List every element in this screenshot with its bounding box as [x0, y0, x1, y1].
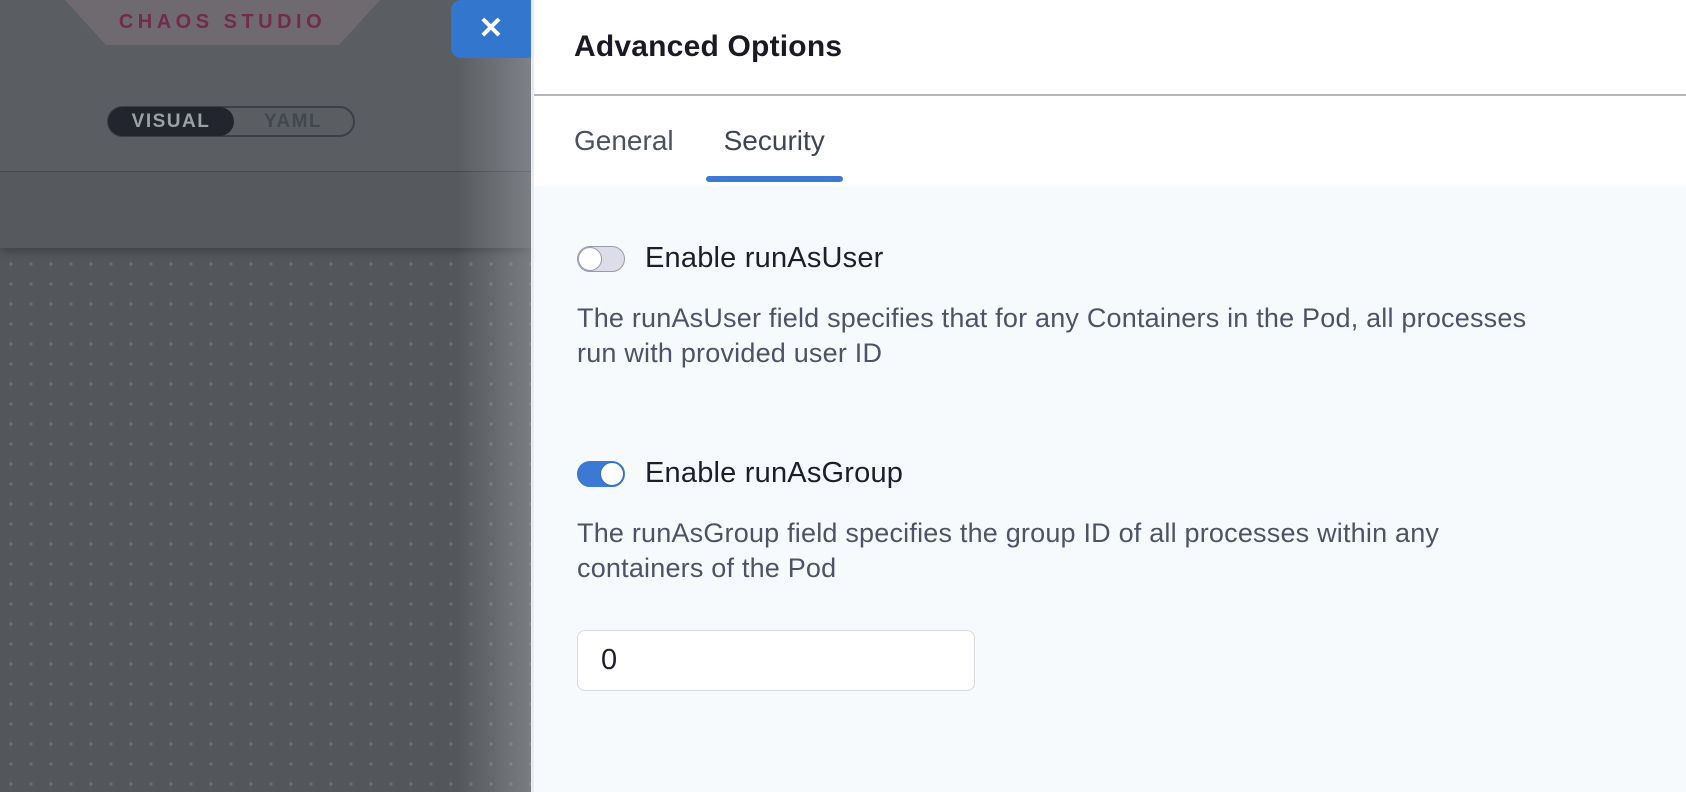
- security-tab-panel: Enable runAsUser The runAsUser field spe…: [534, 186, 1686, 792]
- tab-security[interactable]: Security: [724, 96, 825, 186]
- close-drawer-button[interactable]: ✕: [451, 0, 531, 58]
- drawer-tabs: General Security: [534, 96, 1686, 186]
- advanced-options-drawer: ✕ Advanced Options General Security Enab…: [531, 0, 1686, 792]
- run-as-group-toggle-row: Enable runAsGroup: [577, 457, 1646, 490]
- run-as-group-value-input[interactable]: [577, 630, 975, 691]
- close-icon: ✕: [478, 14, 503, 44]
- toggle-knob: [600, 462, 624, 486]
- chaos-studio-canvas: CHAOS STUDIO VISUAL YAML: [0, 0, 531, 792]
- run-as-group-toggle[interactable]: [577, 461, 625, 487]
- app-root: CHAOS STUDIO VISUAL YAML ✕ Advanced Opti…: [0, 0, 1686, 792]
- run-as-user-toggle[interactable]: [577, 246, 625, 272]
- run-as-group-label: Enable runAsGroup: [645, 457, 903, 490]
- drawer-title: Advanced Options: [574, 30, 842, 64]
- run-as-group-description: The runAsGroup field specifies the group…: [577, 516, 1646, 586]
- drawer-header: Advanced Options: [534, 0, 1686, 96]
- modal-overlay-scrim[interactable]: [0, 0, 531, 792]
- toggle-knob: [578, 247, 602, 271]
- run-as-user-toggle-row: Enable runAsUser: [577, 242, 1646, 275]
- run-as-user-field: Enable runAsUser The runAsUser field spe…: [577, 242, 1646, 371]
- run-as-user-description: The runAsUser field specifies that for a…: [577, 301, 1646, 371]
- tab-general[interactable]: General: [574, 96, 674, 186]
- run-as-user-label: Enable runAsUser: [645, 242, 884, 275]
- run-as-group-field: Enable runAsGroup The runAsGroup field s…: [577, 457, 1646, 691]
